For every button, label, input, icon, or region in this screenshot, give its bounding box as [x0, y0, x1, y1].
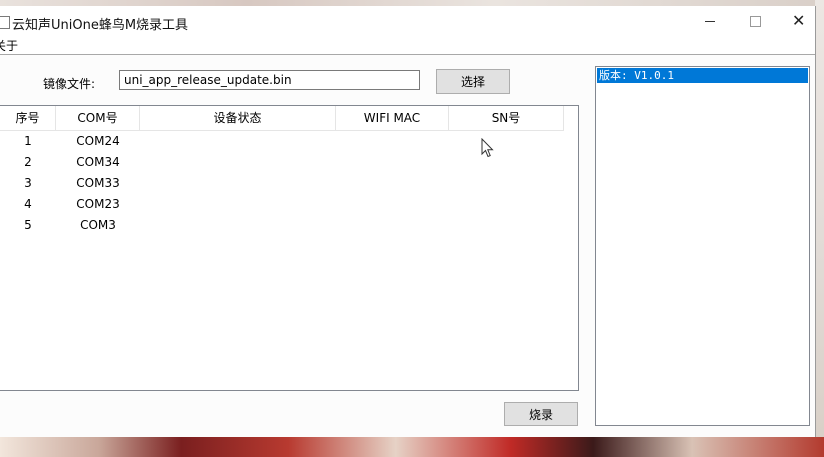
maximize-icon [750, 16, 761, 27]
minimize-icon [705, 21, 715, 22]
burn-button[interactable]: 烧录 [504, 402, 578, 426]
app-window: 云知声UniOne蜂鸟M烧录工具 ✕ 关于 镜像文件: 选择 序号 COM号 设… [0, 6, 816, 437]
version-listbox[interactable]: 版本: V1.0.1 [595, 66, 810, 426]
close-button[interactable]: ✕ [775, 6, 821, 36]
cell-seq: 4 [24, 197, 32, 211]
cell-com: COM34 [76, 155, 120, 169]
table-row[interactable]: 1 COM24 [0, 131, 564, 152]
cell-com: COM33 [76, 176, 120, 190]
version-list-item[interactable]: 版本: V1.0.1 [597, 68, 808, 83]
minimize-button[interactable] [687, 6, 733, 36]
table-row[interactable]: 4 COM23 [0, 194, 564, 215]
maximize-button[interactable] [733, 6, 779, 36]
table-row[interactable]: 5 COM3 [0, 215, 564, 236]
client-area: 镜像文件: 选择 序号 COM号 设备状态 WIFI MAC SN号 1 COM… [0, 55, 815, 437]
column-header-sn[interactable]: SN号 [449, 106, 564, 130]
window-title: 云知声UniOne蜂鸟M烧录工具 [12, 18, 189, 33]
cell-com: COM23 [76, 197, 120, 211]
image-file-input[interactable] [119, 70, 420, 90]
table-row[interactable]: 2 COM34 [0, 152, 564, 173]
cell-seq: 1 [24, 134, 32, 148]
select-file-button[interactable]: 选择 [436, 69, 510, 94]
column-header-seq[interactable]: 序号 [0, 106, 56, 130]
cell-com: COM24 [76, 134, 120, 148]
app-icon[interactable] [0, 16, 10, 29]
desktop-wallpaper-bottom [0, 437, 824, 457]
table-body: 1 COM24 2 COM34 3 COM33 4 COM23 5 COM3 [0, 131, 564, 236]
column-header-com[interactable]: COM号 [56, 106, 140, 130]
image-file-label: 镜像文件: [43, 77, 96, 91]
cell-seq: 5 [24, 218, 32, 232]
menu-bar: 关于 [0, 36, 815, 55]
cell-com: COM3 [80, 218, 116, 232]
table-row[interactable]: 3 COM33 [0, 173, 564, 194]
cell-seq: 3 [24, 176, 32, 190]
title-bar[interactable]: 云知声UniOne蜂鸟M烧录工具 ✕ [0, 6, 815, 36]
cell-seq: 2 [24, 155, 32, 169]
desktop-wallpaper-right [815, 0, 824, 457]
mouse-cursor-icon [481, 138, 494, 158]
column-header-wifi-mac[interactable]: WIFI MAC [336, 106, 449, 130]
menu-item-about[interactable]: 关于 [0, 37, 18, 54]
close-icon: ✕ [792, 11, 806, 30]
table-header: 序号 COM号 设备状态 WIFI MAC SN号 [0, 106, 564, 131]
column-header-status[interactable]: 设备状态 [140, 106, 336, 130]
